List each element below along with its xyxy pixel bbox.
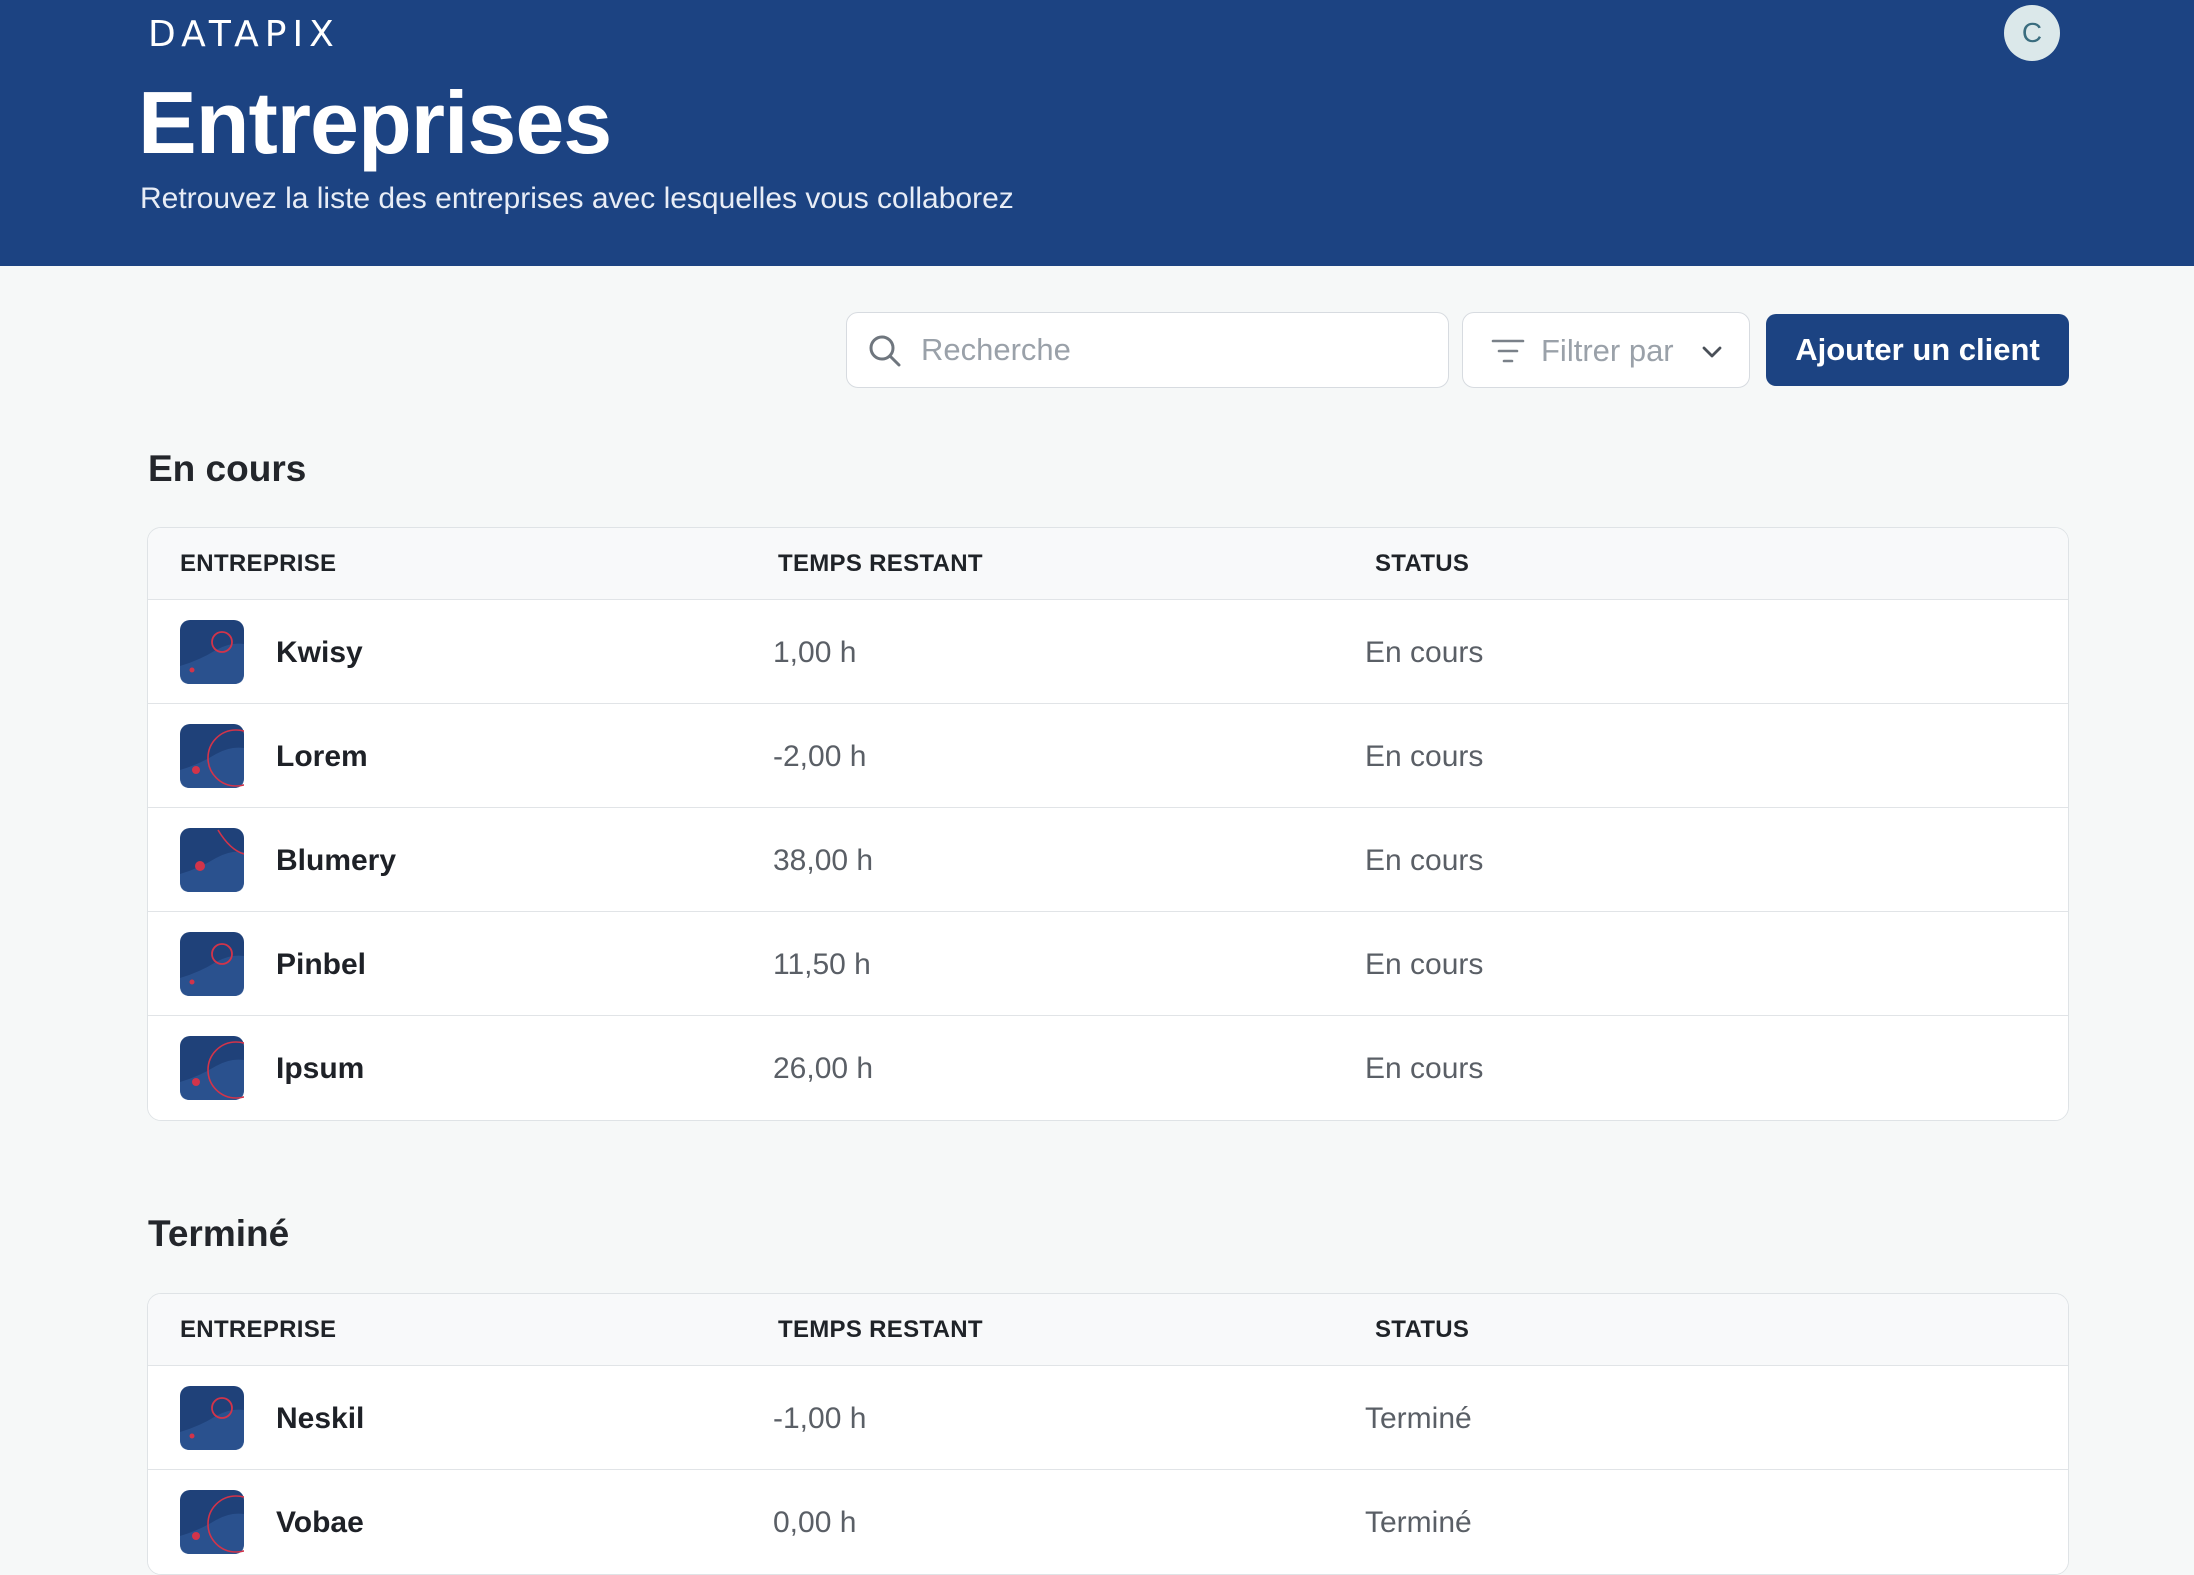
user-avatar[interactable]: C [2004,5,2060,61]
add-client-button[interactable]: Ajouter un client [1766,314,2069,386]
search-box[interactable] [846,312,1449,388]
status-label: En cours [1365,948,1484,981]
table-done: ENTREPRISE TEMPS RESTANT STATUS Neskil -1… [147,1293,2069,1575]
remaining-time: 38,00 h [773,844,874,877]
table-row[interactable]: Ipsum 26,00 h En cours [148,1016,2068,1120]
status-label: En cours [1365,740,1484,773]
company-logo-icon [180,932,244,996]
table-header: ENTREPRISE TEMPS RESTANT STATUS [148,1294,2068,1366]
company-logo-icon [180,724,244,788]
remaining-time: 26,00 h [773,1052,874,1085]
company-name[interactable]: Neskil [276,1402,364,1436]
table-row[interactable]: Blumery 38,00 h En cours [148,808,2068,912]
company-logo-icon [180,620,244,684]
table-body: Neskil -1,00 h Terminé Vobae 0,00 h Terminé [148,1366,2068,1574]
company-name[interactable]: Pinbel [276,948,366,982]
page-subtitle: Retrouvez la liste des entreprises avec … [140,182,1014,215]
page-title: Entreprises [138,73,612,172]
company-logo-icon [180,1036,244,1100]
remaining-time: 0,00 h [773,1506,857,1539]
table-row[interactable]: Lorem -2,00 h En cours [148,704,2068,808]
company-logo-icon [180,828,244,892]
status-label: Terminé [1365,1402,1472,1435]
company-name[interactable]: Ipsum [276,1052,364,1086]
remaining-time: 1,00 h [773,636,857,669]
table-header: ENTREPRISE TEMPS RESTANT STATUS [148,528,2068,600]
column-header-status[interactable]: STATUS [1375,1316,1469,1344]
filter-label: Filtrer par [1541,333,1674,368]
status-label: En cours [1365,636,1484,669]
app-logo[interactable]: DATAPIX [148,14,340,55]
company-name[interactable]: Kwisy [276,636,363,670]
table-body: Kwisy 1,00 h En cours Lorem -2,00 h En cours B… [148,600,2068,1120]
table-row[interactable]: Vobae 0,00 h Terminé [148,1470,2068,1574]
page-header: DATAPIX C Entreprises Retrouvez la liste… [0,0,2194,266]
filter-icon [1491,339,1525,363]
company-logo-icon [180,1386,244,1450]
column-header-company[interactable]: ENTREPRISE [180,1316,336,1344]
company-name[interactable]: Blumery [276,844,396,878]
status-label: Terminé [1365,1506,1472,1539]
status-label: En cours [1365,1052,1484,1085]
table-row[interactable]: Kwisy 1,00 h En cours [148,600,2068,704]
company-logo-icon [180,1490,244,1554]
section-title-done: Terminé [148,1213,290,1254]
remaining-time: -1,00 h [773,1402,867,1435]
remaining-time: -2,00 h [773,740,867,773]
company-name[interactable]: Vobae [276,1506,364,1540]
company-name[interactable]: Lorem [276,740,368,774]
search-input[interactable] [921,325,1421,375]
column-header-company[interactable]: ENTREPRISE [180,550,336,578]
table-row[interactable]: Pinbel 11,50 h En cours [148,912,2068,1016]
section-title-in-progress: En cours [148,448,307,489]
filter-dropdown[interactable]: Filtrer par [1462,312,1750,388]
status-label: En cours [1365,844,1484,877]
column-header-status[interactable]: STATUS [1375,550,1469,578]
column-header-remaining[interactable]: TEMPS RESTANT [778,1316,983,1344]
table-row[interactable]: Neskil -1,00 h Terminé [148,1366,2068,1470]
column-header-remaining[interactable]: TEMPS RESTANT [778,550,983,578]
table-in-progress: ENTREPRISE TEMPS RESTANT STATUS Kwisy 1,0… [147,527,2069,1121]
chevron-down-icon [1702,346,1722,358]
remaining-time: 11,50 h [773,948,871,981]
search-icon [869,335,901,367]
